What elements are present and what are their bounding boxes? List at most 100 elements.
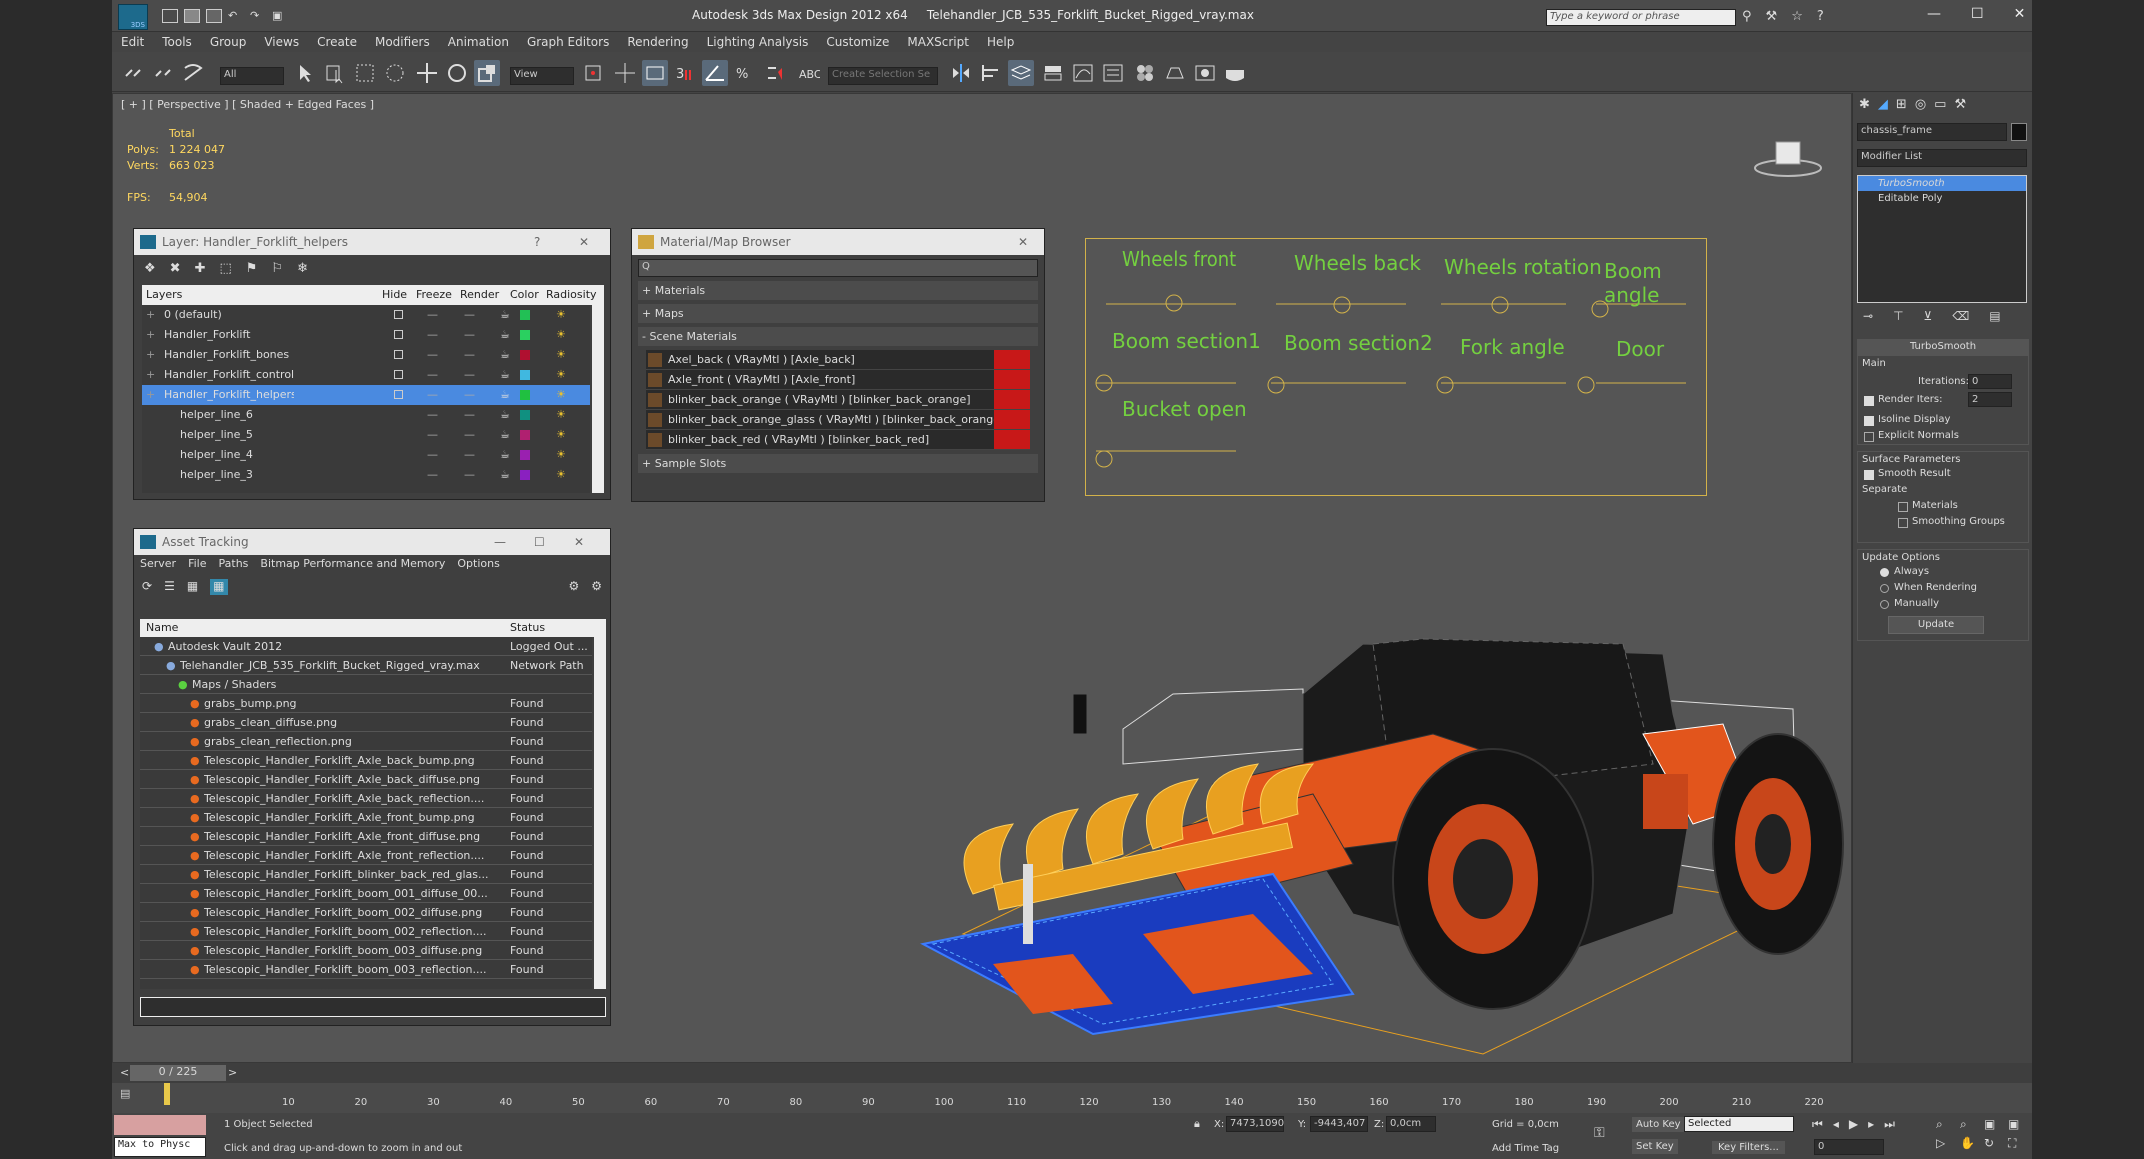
col-render[interactable]: Render xyxy=(460,288,499,301)
curve-editor-icon[interactable] xyxy=(1070,60,1096,86)
motion-tab-icon[interactable]: ◎ xyxy=(1915,97,1926,112)
menu-maxscript[interactable]: MAXScript xyxy=(898,32,978,52)
material-search-input[interactable]: Q xyxy=(638,259,1038,277)
material-item[interactable]: Axle_front ( VRayMtl ) [Axle_front] xyxy=(646,370,1030,390)
radiosity-icon[interactable]: ☀ xyxy=(556,405,566,425)
layer-name[interactable]: 0 (default) xyxy=(164,305,294,325)
create-layer-icon[interactable]: ❖ xyxy=(144,261,156,277)
layer-row[interactable]: helper_line_6 — — ☕︎ ☀ xyxy=(142,405,590,425)
remove-modifier-icon[interactable]: ⌫ xyxy=(1952,309,1969,323)
smoothing-groups-checkbox[interactable] xyxy=(1898,518,1908,528)
section-maps[interactable]: + Maps xyxy=(638,304,1038,323)
layer-active-checkbox[interactable] xyxy=(394,330,403,339)
make-unique-icon[interactable]: ⊻ xyxy=(1924,309,1933,323)
menu-group[interactable]: Group xyxy=(201,32,256,52)
pin-stack-icon[interactable]: ⊸ xyxy=(1863,309,1873,323)
update-button[interactable]: Update xyxy=(1888,616,1984,634)
list-view-icon[interactable]: ☰ xyxy=(164,579,175,595)
layer-active-checkbox[interactable] xyxy=(394,390,403,399)
render-production-icon[interactable] xyxy=(1222,60,1248,86)
utilities-tab-icon[interactable]: ⚒ xyxy=(1954,97,1966,112)
menu-lighting-analysis[interactable]: Lighting Analysis xyxy=(698,32,818,52)
goto-start-icon[interactable]: ⏮ xyxy=(1812,1117,1823,1132)
grid-view-icon[interactable]: ▦ xyxy=(210,579,228,595)
layer-row[interactable]: + Handler_Forklift_helpers — — ☕︎ ☀ xyxy=(142,385,590,405)
menu-tools[interactable]: Tools xyxy=(153,32,201,52)
zoom-extents-all-icon[interactable]: ▣ xyxy=(2008,1117,2028,1132)
modifier-list-dropdown[interactable]: Modifier List xyxy=(1857,149,2027,167)
render-teapot-icon[interactable]: ☕︎ xyxy=(500,445,510,465)
object-name-input[interactable]: chassis_frame xyxy=(1857,123,2007,141)
hide-icon[interactable]: — xyxy=(427,445,438,465)
radiosity-icon[interactable]: ☀ xyxy=(556,305,566,325)
x-coordinate[interactable]: 7473,1090 xyxy=(1226,1116,1284,1132)
maximize-viewport-icon[interactable]: ⛶ xyxy=(2008,1136,2028,1151)
move-icon[interactable] xyxy=(414,60,440,86)
time-slider[interactable]: < 0 / 225 > xyxy=(112,1063,2032,1083)
asset-menu-server[interactable]: Server xyxy=(140,557,176,570)
asset-row[interactable]: ● Telescopic_Handler_Forklift_Axle_front_… xyxy=(140,846,592,865)
bind-spacewarp-icon[interactable] xyxy=(180,60,206,86)
hide-icon[interactable]: — xyxy=(427,325,438,345)
col-name[interactable]: Name xyxy=(146,621,178,634)
pivot-center-icon[interactable] xyxy=(580,60,606,86)
open-file-icon[interactable] xyxy=(184,9,200,23)
asset-row[interactable]: ● Telescopic_Handler_Forklift_Axle_back_d… xyxy=(140,770,592,789)
freeze-icon[interactable]: — xyxy=(464,385,475,405)
object-color-swatch[interactable] xyxy=(2011,123,2027,141)
col-status[interactable]: Status xyxy=(510,621,545,634)
freeze-icon[interactable]: — xyxy=(464,425,475,445)
key-filters-button[interactable]: Key Filters... xyxy=(1712,1141,1785,1154)
menu-rendering[interactable]: Rendering xyxy=(618,32,697,52)
hide-icon[interactable]: — xyxy=(427,365,438,385)
snap-toggle-icon[interactable]: 3 xyxy=(672,60,698,86)
zoom-extents-icon[interactable]: ▣ xyxy=(1984,1117,2004,1132)
layer-row[interactable]: + Handler_Forklift — — ☕︎ ☀ xyxy=(142,325,590,345)
spinner-snap-icon[interactable] xyxy=(762,60,788,86)
schematic-view-icon[interactable] xyxy=(1100,60,1126,86)
freeze-icon[interactable]: — xyxy=(464,445,475,465)
layer-expand-icon[interactable]: + xyxy=(146,385,155,405)
layer-name[interactable]: helper_line_6 xyxy=(180,405,294,425)
table-view-icon[interactable]: ▦ xyxy=(187,579,198,595)
mini-curve-editor-icon[interactable]: ▤ xyxy=(120,1087,140,1107)
menu-graph-editors[interactable]: Graph Editors xyxy=(518,32,618,52)
minimize-button[interactable]: — xyxy=(1927,6,1941,22)
communication-icon[interactable]: ⚒ xyxy=(1766,9,1778,24)
render-teapot-icon[interactable]: ☕︎ xyxy=(500,325,510,345)
viewcube[interactable] xyxy=(1753,134,1823,180)
asset-row[interactable]: ● Telescopic_Handler_Forklift_Axle_back_b… xyxy=(140,751,592,770)
smooth-result-checkbox[interactable] xyxy=(1864,470,1874,480)
telehandler-model[interactable] xyxy=(793,534,1853,1064)
layer-color-swatch[interactable] xyxy=(520,450,530,460)
hide-icon[interactable]: — xyxy=(427,465,438,485)
render-teapot-icon[interactable]: ☕︎ xyxy=(500,365,510,385)
help-icon[interactable]: ? xyxy=(1817,9,1824,24)
layer-expand-icon[interactable]: + xyxy=(146,305,155,325)
hide-icon[interactable]: — xyxy=(427,305,438,325)
menu-animation[interactable]: Animation xyxy=(439,32,518,52)
asset-menu-bitmap-performance-and-memory[interactable]: Bitmap Performance and Memory xyxy=(260,557,445,570)
layer-expand-icon[interactable]: + xyxy=(146,365,155,385)
asset-menu-options[interactable]: Options xyxy=(457,557,499,570)
layer-color-swatch[interactable] xyxy=(520,410,530,420)
display-tab-icon[interactable]: ▭ xyxy=(1934,97,1946,112)
layer-name[interactable]: Handler_Forklift_bones xyxy=(164,345,294,365)
close-button[interactable]: ✕ xyxy=(1018,235,1028,249)
layer-row[interactable]: + Handler_Forklift_bones — — ☕︎ ☀ xyxy=(142,345,590,365)
menu-customize[interactable]: Customize xyxy=(817,32,898,52)
layer-name[interactable]: helper_line_4 xyxy=(180,445,294,465)
asset-row[interactable]: ● Telescopic_Handler_Forklift_boom_002_re… xyxy=(140,922,592,941)
modify-tab-icon[interactable]: ◢ xyxy=(1878,97,1888,112)
asset-scrollbar[interactable] xyxy=(594,637,606,989)
layer-color-swatch[interactable] xyxy=(520,470,530,480)
percent-snap-icon[interactable]: % xyxy=(732,60,758,86)
key-icon[interactable]: ⚿ xyxy=(1594,1125,1605,1141)
layer-manager-icon[interactable] xyxy=(1008,60,1034,86)
freeze-all-icon[interactable]: ❄ xyxy=(297,261,308,277)
freeze-icon[interactable]: — xyxy=(464,465,475,485)
layer-color-swatch[interactable] xyxy=(520,330,530,340)
layer-active-checkbox[interactable] xyxy=(394,370,403,379)
layer-row[interactable]: + Handler_Forklift_controllers — — ☕︎ ☀ xyxy=(142,365,590,385)
material-editor-icon[interactable] xyxy=(1132,60,1158,86)
